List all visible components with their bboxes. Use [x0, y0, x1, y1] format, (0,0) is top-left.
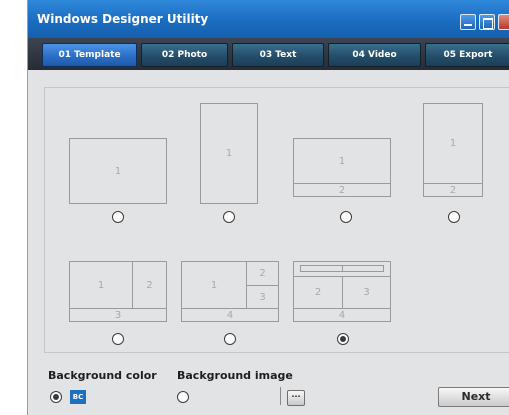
template-thumbnail[interactable]: 1 2: [293, 138, 391, 197]
tab-video[interactable]: 04 Video: [328, 43, 421, 67]
region-label: 2: [294, 276, 342, 308]
step-tabs: 01 Template 02 Photo 03 Text 04 Video 05…: [28, 38, 509, 70]
region-label: 3: [342, 276, 390, 308]
region-label: 2: [132, 262, 166, 308]
designer-window: Windows Designer Utility 01 Template 02 …: [27, 0, 509, 415]
region-label: 1: [97, 279, 105, 291]
title-bar: Windows Designer Utility: [28, 0, 509, 38]
template-thumbnail[interactable]: 2 3 4: [293, 261, 391, 322]
template-thumbnail[interactable]: 1 2 3 4: [181, 261, 279, 322]
region-label: 3: [70, 308, 166, 321]
background-color-swatch[interactable]: BC: [70, 390, 86, 404]
background-color-radio[interactable]: [50, 391, 62, 403]
region-label: 2: [424, 183, 482, 196]
template-thumbnail[interactable]: 1 2: [423, 103, 483, 197]
region-label: 1: [338, 155, 346, 167]
tab-photo[interactable]: 02 Photo: [141, 43, 228, 67]
separator: [280, 387, 281, 405]
region-label: 2: [246, 262, 278, 285]
close-icon[interactable]: [498, 14, 509, 30]
region-label: 1: [225, 148, 233, 159]
template-panel: 1 1 1 2 1 2 1 2 3 1 2 3 4 2 3 4: [44, 87, 509, 353]
region-label: 1: [210, 279, 218, 291]
region-label: 4: [182, 308, 278, 321]
minimize-icon[interactable]: [460, 14, 476, 30]
template-radio[interactable]: [112, 333, 124, 345]
tab-text[interactable]: 03 Text: [232, 43, 324, 67]
region-label: 2: [294, 183, 390, 196]
template-radio[interactable]: [448, 211, 460, 223]
next-button[interactable]: Next: [438, 387, 509, 407]
template-thumbnail[interactable]: 1: [200, 103, 258, 204]
template-thumbnail[interactable]: 1 2 3: [69, 261, 167, 322]
background-image-label: Background image: [177, 369, 293, 382]
tab-export[interactable]: 05 Export: [425, 43, 509, 67]
tab-template[interactable]: 01 Template: [42, 43, 137, 67]
maximize-icon[interactable]: [479, 14, 495, 30]
template-thumbnail[interactable]: 1: [69, 138, 167, 204]
browse-button[interactable]: ···: [287, 390, 305, 406]
window-title: Windows Designer Utility: [37, 12, 209, 26]
background-color-label: Background color: [48, 369, 157, 382]
region-label: 4: [294, 308, 390, 321]
background-image-radio[interactable]: [177, 391, 189, 403]
template-radio[interactable]: [224, 333, 236, 345]
header-region: [294, 262, 390, 276]
template-radio-selected[interactable]: [337, 333, 349, 345]
region-label: 1: [449, 138, 457, 149]
template-radio[interactable]: [112, 211, 124, 223]
region-label: 1: [114, 165, 122, 177]
region-label: 3: [246, 285, 278, 308]
template-radio[interactable]: [223, 211, 235, 223]
header-divider: [342, 265, 343, 272]
template-radio[interactable]: [340, 211, 352, 223]
